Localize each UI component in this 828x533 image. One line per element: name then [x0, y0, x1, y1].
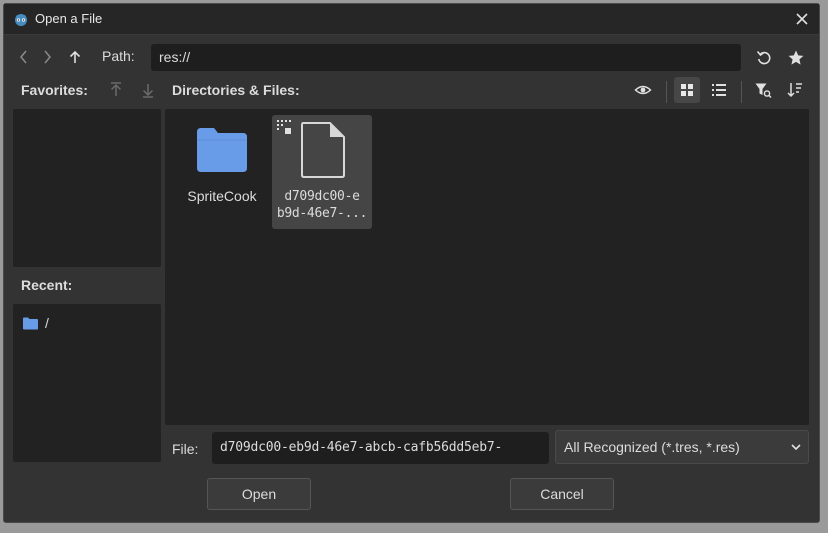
- star-icon[interactable]: [787, 49, 805, 67]
- files-area[interactable]: SpriteCook d709dc00-e b9d-46e7-...: [165, 109, 809, 425]
- favorites-list[interactable]: [13, 109, 161, 267]
- move-down-icon[interactable]: [139, 81, 157, 99]
- move-up-icon[interactable]: [107, 81, 125, 99]
- forward-icon[interactable]: [38, 48, 56, 66]
- folder-icon: [197, 128, 247, 172]
- window-title: Open a File: [35, 11, 103, 26]
- file-label: File:: [172, 441, 199, 457]
- separator: [666, 81, 667, 103]
- separator: [741, 81, 742, 103]
- resource-icon: [277, 120, 291, 134]
- close-icon[interactable]: [792, 9, 812, 29]
- godot-icon: [15, 14, 27, 26]
- refresh-icon[interactable]: [755, 49, 773, 67]
- open-file-dialog: Open a File Path: res:// Favorites: Dire…: [3, 3, 820, 523]
- recent-label: Recent:: [21, 277, 73, 293]
- list-view-button[interactable]: [706, 77, 732, 103]
- file-icon: [301, 122, 345, 178]
- eye-icon[interactable]: [634, 81, 652, 99]
- open-button[interactable]: Open: [207, 478, 311, 510]
- go-up-icon[interactable]: [66, 48, 84, 66]
- file-name-input[interactable]: d709dc00-eb9d-46e7-abcb-cafb56dd5eb7-: [212, 432, 549, 464]
- cancel-button[interactable]: Cancel: [510, 478, 614, 510]
- title-bar: Open a File: [4, 4, 819, 35]
- filter-icon[interactable]: [754, 81, 772, 99]
- favorites-label: Favorites:: [21, 82, 88, 98]
- file-item-spritecook[interactable]: SpriteCook: [172, 115, 272, 229]
- file-type-value: All Recognized (*.tres, *.res): [564, 439, 740, 455]
- file-item-selected[interactable]: d709dc00-e b9d-46e7-...: [272, 115, 372, 229]
- path-label: Path:: [102, 48, 135, 64]
- directories-files-label: Directories & Files:: [172, 82, 300, 98]
- file-type-select[interactable]: All Recognized (*.tres, *.res): [555, 430, 809, 464]
- grid-icon: [681, 84, 693, 96]
- folder-icon: [23, 317, 38, 330]
- chevron-down-icon: [791, 444, 801, 451]
- file-name: SpriteCook: [187, 188, 257, 204]
- recent-list[interactable]: /: [13, 304, 161, 462]
- file-name: b9d-46e7-...: [276, 206, 368, 221]
- file-name: d709dc00-e: [284, 189, 360, 204]
- recent-item-label: /: [45, 315, 49, 331]
- back-icon[interactable]: [15, 48, 33, 66]
- path-input[interactable]: res://: [151, 44, 741, 71]
- grid-view-button[interactable]: [674, 77, 700, 103]
- sort-icon[interactable]: [786, 81, 804, 99]
- list-icon: [712, 84, 726, 96]
